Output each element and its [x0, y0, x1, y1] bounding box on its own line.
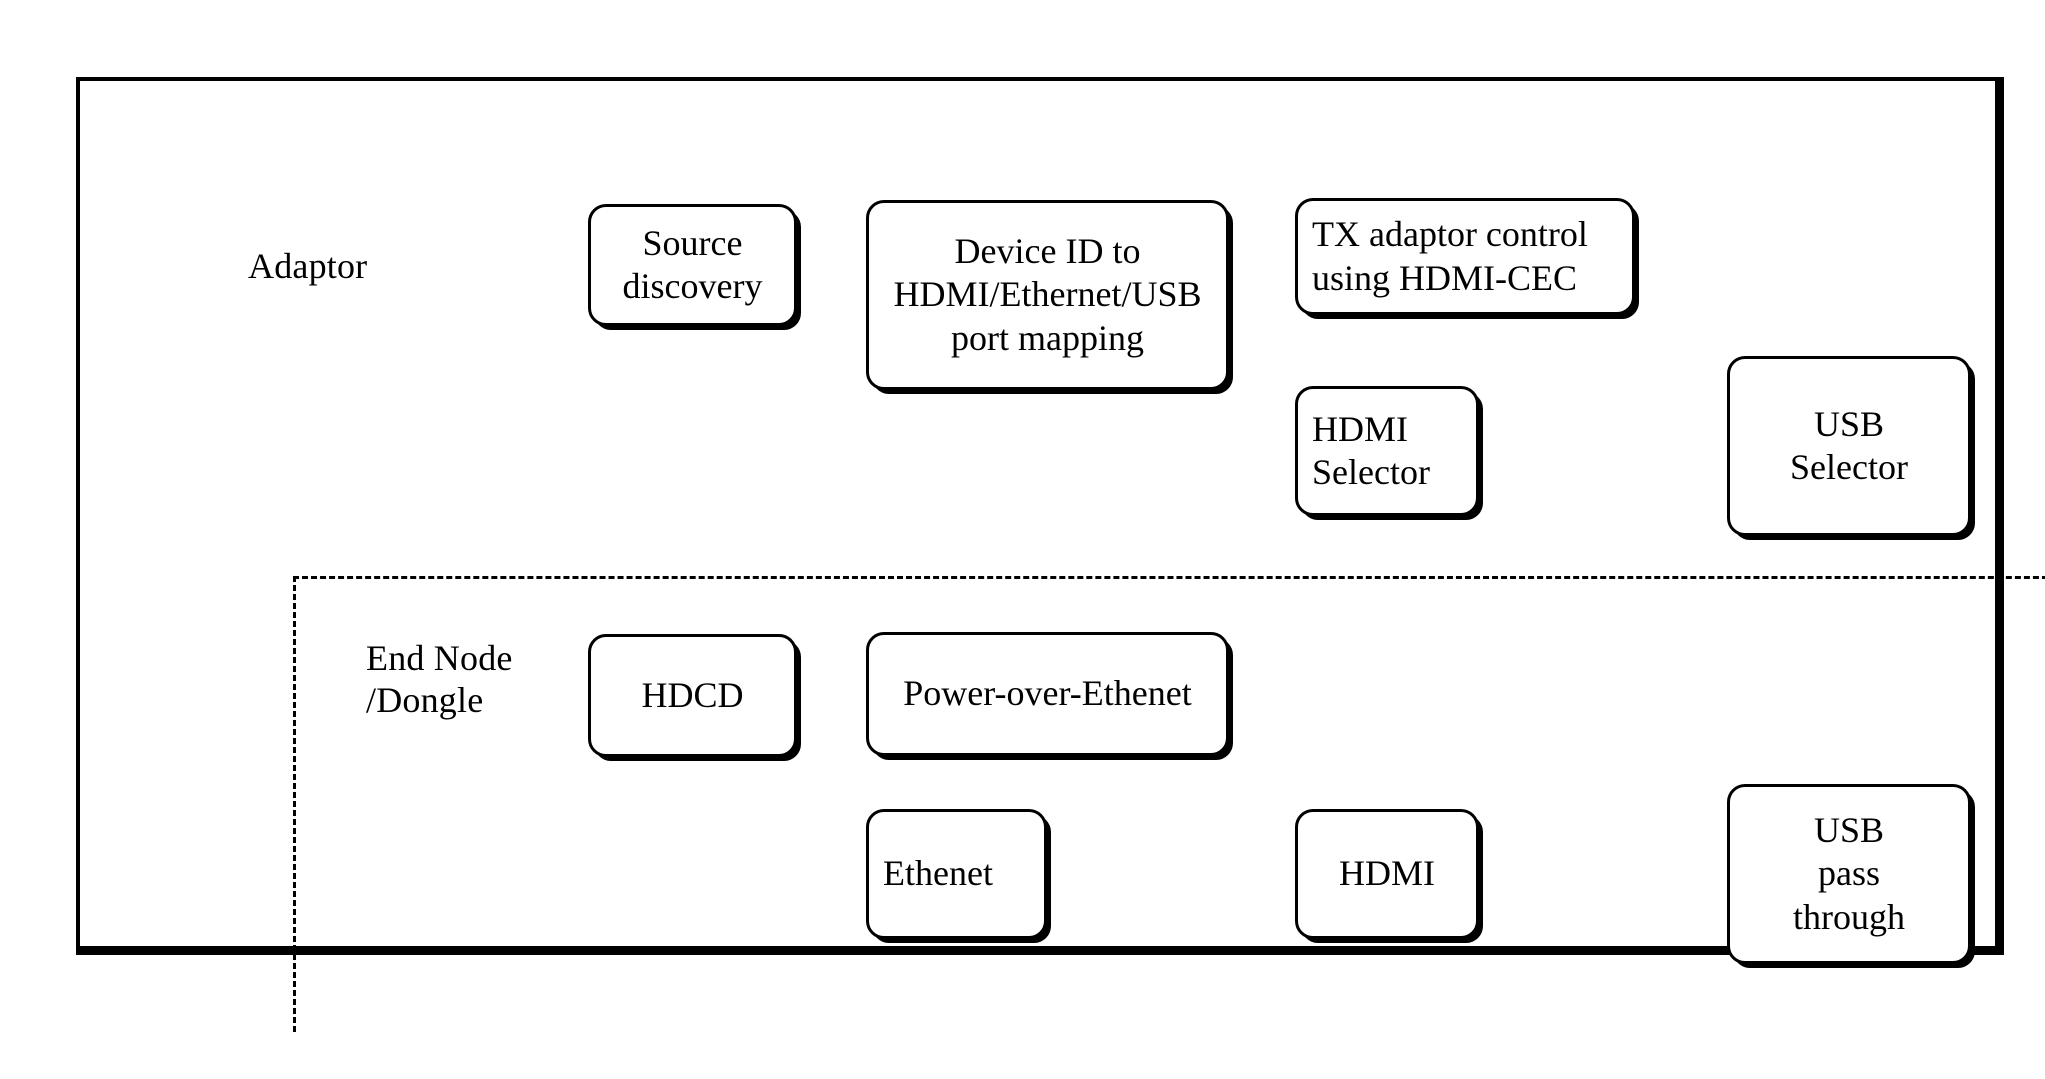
node-label: USB Selector [1790, 403, 1908, 487]
node-label: Device ID to HDMI/Ethernet/USB port mapp… [893, 231, 1202, 358]
node-usb-pass-through[interactable]: USB pass through [1727, 784, 1971, 964]
node-label: TX adaptor control using HDMI-CEC [1312, 214, 1588, 298]
node-label: USB pass through [1793, 810, 1905, 937]
node-label: Ethenet [883, 853, 993, 894]
node-hdcd[interactable]: HDCD [588, 634, 797, 757]
node-label: HDMI Selector [1312, 408, 1430, 492]
node-usb-selector[interactable]: USB Selector [1727, 356, 1971, 536]
section-label-end-node: End Node /Dongle [366, 638, 513, 721]
node-tx-adaptor-control[interactable]: TX adaptor control using HDMI-CEC [1295, 198, 1635, 315]
node-label: Source discovery [622, 222, 763, 306]
node-power-over-ethernet[interactable]: Power-over-Ethenet [866, 632, 1229, 756]
node-label: Power-over-Ethenet [903, 673, 1192, 714]
outer-frame: Adaptor End Node /Dongle Source discover… [76, 77, 2045, 1032]
node-label: HDCD [641, 674, 744, 715]
node-device-id-to-port-mapping[interactable]: Device ID to HDMI/Ethernet/USB port mapp… [866, 200, 1229, 390]
node-source-discovery[interactable]: Source discovery [588, 204, 797, 326]
section-divider-horizontal [293, 576, 2045, 579]
diagram-canvas: Adaptor End Node /Dongle Source discover… [0, 0, 2045, 1079]
section-label-adaptor: Adaptor [248, 246, 368, 286]
section-divider-vertical [293, 576, 296, 1032]
node-ethernet[interactable]: Ethenet [866, 809, 1047, 939]
node-hdmi[interactable]: HDMI [1295, 809, 1479, 939]
node-label: HDMI [1339, 853, 1435, 894]
node-hdmi-selector[interactable]: HDMI Selector [1295, 386, 1479, 516]
